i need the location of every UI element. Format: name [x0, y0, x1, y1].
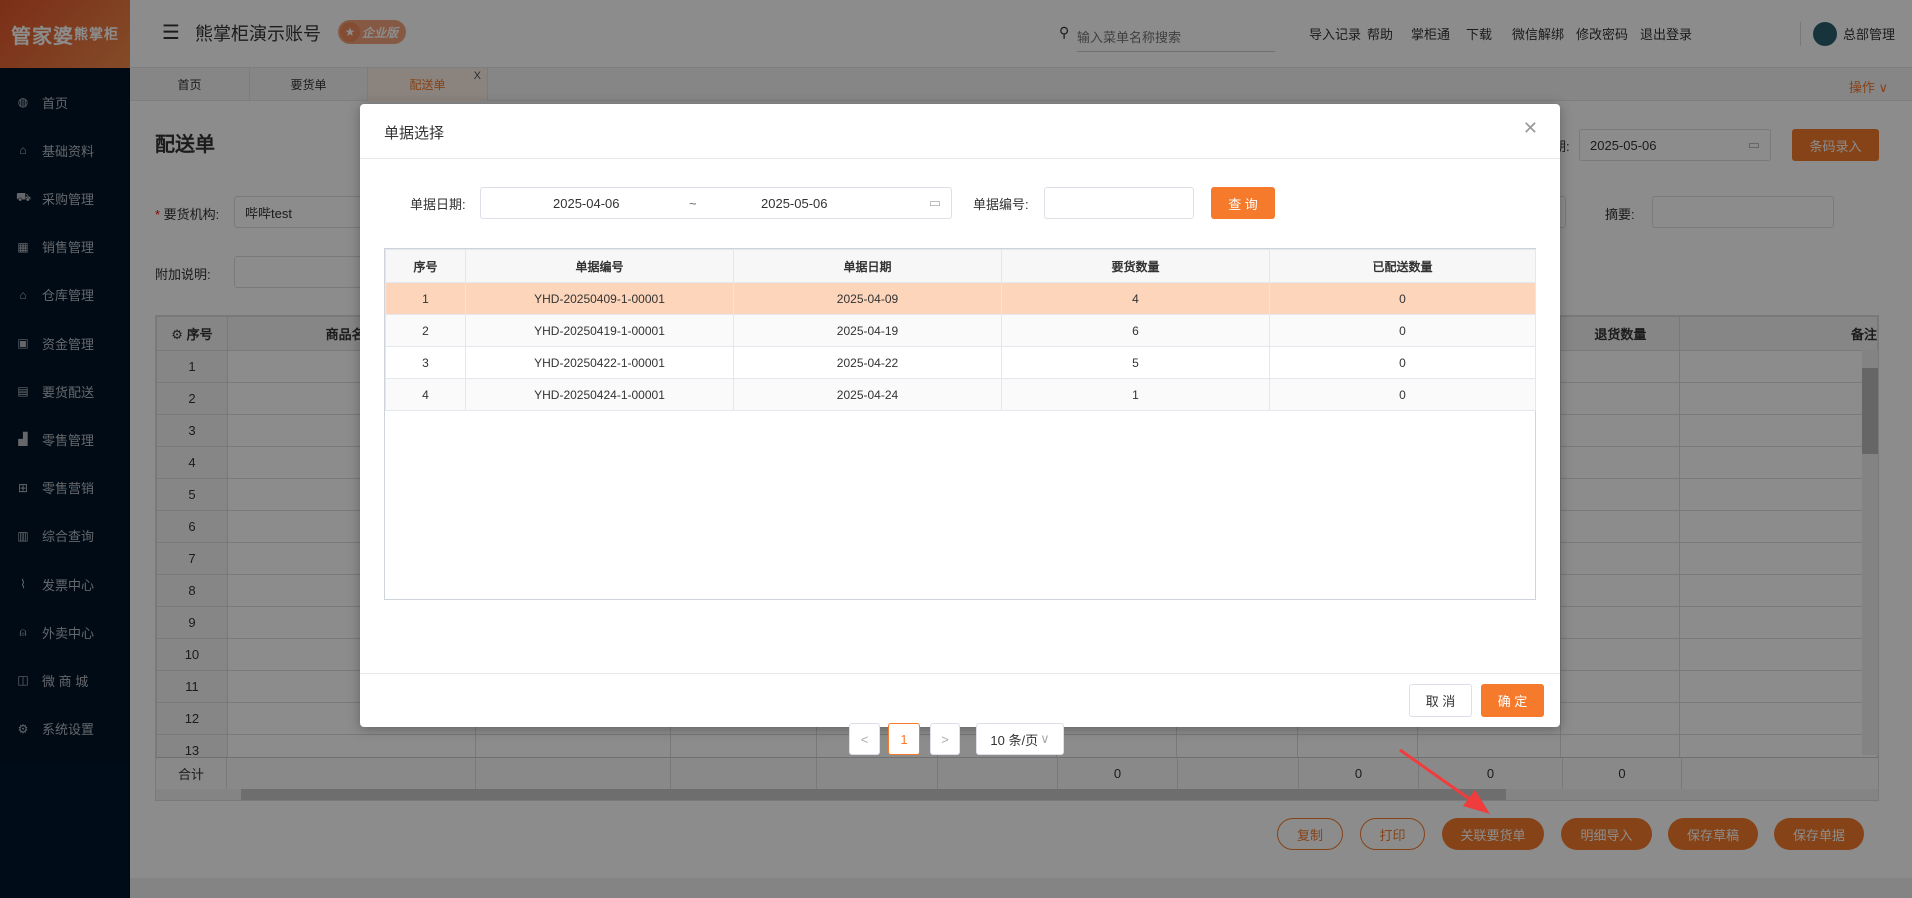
close-icon[interactable]: ✕ — [1523, 118, 1538, 139]
cell[interactable]: 0 — [1269, 282, 1536, 315]
document-select-dialog: 单据选择 ✕ 单据日期: 2025-04-06 ~ 2025-05-06 ▭ 单… — [360, 104, 1560, 755]
cell[interactable]: 0 — [1269, 314, 1536, 347]
page-1-button[interactable]: 1 — [888, 723, 920, 755]
prev-page-button[interactable]: < — [849, 723, 880, 755]
document-table-container: 序号 单据编号 单据日期 要货数量 已配送数量 1 YHD-20250409-1-00001… — [384, 248, 1536, 600]
cell[interactable]: YHD-20250424-1-00001 — [465, 378, 734, 411]
column-header: 要货数量 — [1001, 249, 1270, 283]
cell[interactable]: 3 — [385, 346, 466, 379]
date-separator: ~ — [689, 195, 697, 211]
cell[interactable]: 1 — [385, 282, 466, 315]
column-header: 序号 — [385, 249, 466, 283]
doc-no-input[interactable] — [1044, 187, 1194, 219]
date-range-label: 单据日期: — [410, 197, 466, 212]
cell[interactable]: YHD-20250422-1-00001 — [465, 346, 734, 379]
cell[interactable]: 1 — [1001, 378, 1270, 411]
cell[interactable]: 0 — [1269, 378, 1536, 411]
cell[interactable]: 2025-04-19 — [733, 314, 1002, 347]
query-button[interactable]: 查 询 — [1211, 187, 1275, 219]
cancel-button[interactable]: 取 消 — [1409, 684, 1472, 717]
cell[interactable]: 4 — [1001, 282, 1270, 315]
column-header: 单据编号 — [465, 249, 734, 283]
date-range-input[interactable]: 2025-04-06 ~ 2025-05-06 ▭ — [480, 187, 952, 219]
date-end[interactable]: 2025-05-06 — [761, 196, 828, 211]
cell[interactable]: YHD-20250409-1-00001 — [465, 282, 734, 315]
cell[interactable]: 6 — [1001, 314, 1270, 347]
document-row[interactable]: 2 YHD-20250419-1-00001 2025-04-19 6 0 — [385, 314, 1536, 347]
cell[interactable]: 2025-04-09 — [733, 282, 1002, 315]
confirm-button[interactable]: 确 定 — [1481, 684, 1544, 717]
cell[interactable]: 0 — [1269, 346, 1536, 379]
column-header: 单据日期 — [733, 249, 1002, 283]
column-header: 已配送数量 — [1269, 249, 1536, 283]
document-table: 序号 单据编号 单据日期 要货数量 已配送数量 1 YHD-20250409-1-00001… — [385, 249, 1536, 411]
cell[interactable]: 2 — [385, 314, 466, 347]
chevron-down-icon: ∨ — [1040, 731, 1050, 746]
document-row[interactable]: 3 YHD-20250422-1-00001 2025-04-22 5 0 — [385, 346, 1536, 379]
doc-no-label: 单据编号: — [973, 197, 1029, 212]
document-row[interactable]: 1 YHD-20250409-1-00001 2025-04-09 4 0 — [385, 282, 1536, 315]
cell[interactable]: 4 — [385, 378, 466, 411]
dialog-title: 单据选择 — [384, 125, 445, 142]
cell[interactable]: YHD-20250419-1-00001 — [465, 314, 734, 347]
page-size-select[interactable]: 10 条/页 ∨ — [976, 723, 1064, 755]
document-row[interactable]: 4 YHD-20250424-1-00001 2025-04-24 1 0 — [385, 378, 1536, 411]
date-start[interactable]: 2025-04-06 — [553, 196, 620, 211]
cell[interactable]: 2025-04-24 — [733, 378, 1002, 411]
calendar-icon: ▭ — [928, 195, 941, 210]
cell[interactable]: 5 — [1001, 346, 1270, 379]
next-page-button[interactable]: > — [930, 723, 960, 755]
cell[interactable]: 2025-04-22 — [733, 346, 1002, 379]
